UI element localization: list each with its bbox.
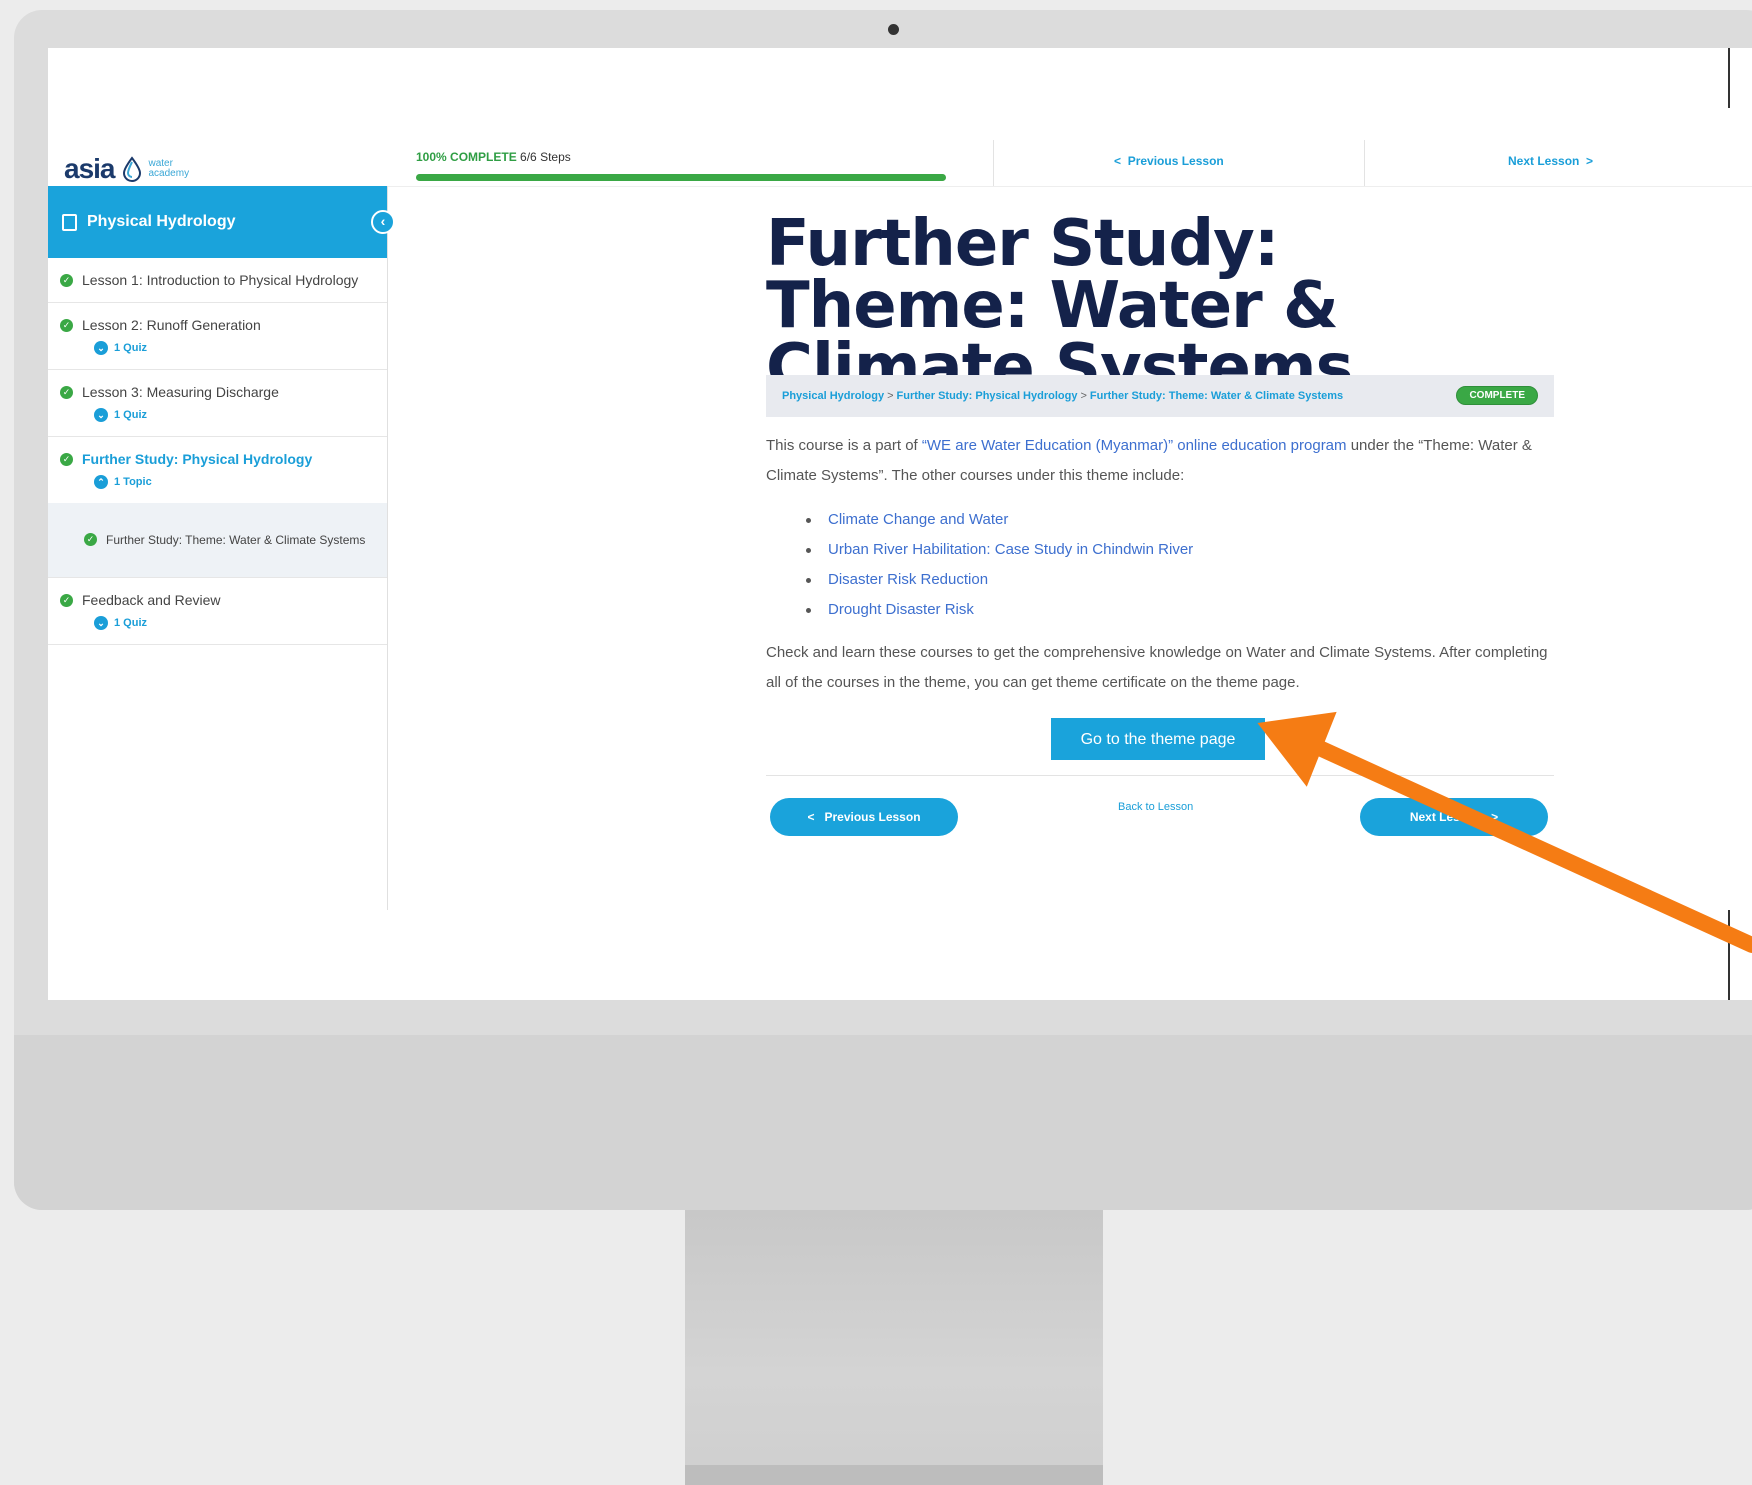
check-circle-icon: ✓ [60, 593, 73, 607]
check-circle-icon: ✓ [60, 318, 73, 332]
breadcrumb-link[interactable]: Further Study: Theme: Water & Climate Sy… [1090, 390, 1343, 402]
chevron-left-icon: < [807, 810, 825, 824]
list-item: Disaster Risk Reduction [806, 565, 1193, 595]
monitor-chin [14, 1035, 1752, 1210]
breadcrumb: Physical Hydrology > Further Study: Phys… [766, 375, 1554, 417]
header-divider [1364, 140, 1365, 186]
progress-bar [416, 174, 946, 181]
sidebar-topic-item[interactable]: ✓ Further Study: Theme: Water & Climate … [48, 503, 387, 578]
camera-dot [888, 24, 899, 35]
chevron-down-icon: ⌄ [94, 616, 108, 630]
course-link[interactable]: Urban River Habilitation: Case Study in … [828, 541, 1193, 558]
progress-steps: 6/6 Steps [520, 150, 571, 164]
monitor-stand [685, 1210, 1103, 1485]
sidebar-course-header[interactable]: Physical Hydrology ‹ [48, 186, 395, 258]
quiz-expand-toggle[interactable]: ⌄ 1 Quiz [94, 408, 377, 422]
chevron-down-icon: ⌄ [94, 341, 108, 355]
chevron-up-icon: ⌃ [94, 475, 108, 489]
check-circle-icon: ✓ [84, 533, 97, 546]
progress-bar-fill [416, 174, 946, 181]
breadcrumb-link[interactable]: Physical Hydrology [782, 390, 884, 402]
sidebar-item-lesson-1[interactable]: ✓ Lesson 1: Introduction to Physical Hyd… [48, 258, 387, 303]
previous-lesson-button[interactable]: < Previous Lesson [770, 798, 958, 836]
sidebar-item-feedback[interactable]: ✓ Feedback and Review ⌄ 1 Quiz [48, 578, 387, 645]
header-divider [993, 140, 994, 186]
check-circle-icon: ✓ [60, 385, 73, 399]
go-to-theme-page-button[interactable]: Go to the theme page [1051, 718, 1265, 760]
sidebar-item-label: Lesson 3: Measuring Discharge [82, 384, 279, 400]
intro-paragraph: This course is a part of “WE are Water E… [766, 437, 1532, 484]
sidebar-topic-label: Further Study: Theme: Water & Climate Sy… [106, 533, 366, 547]
course-progress: 100% COMPLETE 6/6 Steps [416, 150, 956, 181]
quiz-expand-toggle[interactable]: ⌄ 1 Quiz [94, 616, 377, 630]
check-circle-icon: ✓ [60, 452, 73, 466]
list-item: Drought Disaster Risk [806, 595, 1193, 625]
logo[interactable]: asia water academy [64, 153, 189, 185]
course-link[interactable]: Disaster Risk Reduction [828, 571, 988, 588]
page-title: Further Study: Theme: Water & Climate Sy… [766, 207, 1354, 405]
header-underline [388, 186, 1752, 187]
sidebar-item-label: Feedback and Review [82, 592, 221, 608]
quiz-expand-toggle[interactable]: ⌄ 1 Quiz [94, 341, 377, 355]
header-previous-lesson-link[interactable]: < Previous Lesson [1114, 154, 1224, 168]
logo-word: asia [64, 153, 115, 184]
book-icon [62, 213, 77, 231]
chevron-left-icon: < [1114, 154, 1128, 168]
chevron-down-icon: ⌄ [94, 408, 108, 422]
program-link[interactable]: “WE are Water Education (Myanmar)” onlin… [922, 437, 1347, 454]
sidebar-item-label: Further Study: Physical Hydrology [82, 451, 313, 467]
course-link[interactable]: Climate Change and Water [828, 511, 1008, 528]
progress-percent: 100% COMPLETE [416, 150, 517, 164]
sidebar-course-title: Physical Hydrology [87, 213, 236, 230]
back-to-lesson-link[interactable]: Back to Lesson [1118, 801, 1193, 813]
annotation-arrow-icon [1257, 711, 1752, 953]
breadcrumb-link[interactable]: Further Study: Physical Hydrology [897, 390, 1078, 402]
course-sidebar: Physical Hydrology ‹ ✓ Lesson 1: Introdu… [48, 186, 395, 910]
logo-subtext: water academy [148, 158, 190, 179]
collapse-sidebar-button[interactable]: ‹ [371, 210, 395, 234]
scrollbar-top[interactable] [1728, 48, 1730, 108]
sidebar-item-label: Lesson 2: Runoff Generation [82, 317, 261, 333]
theme-course-list: Climate Change and Water Urban River Hab… [806, 505, 1193, 625]
sidebar-item-lesson-3[interactable]: ✓ Lesson 3: Measuring Discharge ⌄ 1 Quiz [48, 370, 387, 437]
list-item: Urban River Habilitation: Case Study in … [806, 535, 1193, 565]
sidebar-item-label: Lesson 1: Introduction to Physical Hydro… [82, 272, 359, 288]
list-item: Climate Change and Water [806, 505, 1193, 535]
topic-collapse-toggle[interactable]: ⌃ 1 Topic [94, 475, 377, 489]
outro-paragraph: Check and learn these courses to get the… [766, 644, 1548, 691]
chevron-right-icon: > [1579, 154, 1594, 168]
status-badge: COMPLETE [1456, 386, 1538, 405]
sidebar-item-lesson-2[interactable]: ✓ Lesson 2: Runoff Generation ⌄ 1 Quiz [48, 303, 387, 370]
sidebar-item-further-study[interactable]: ✓ Further Study: Physical Hydrology ⌃ 1 … [48, 437, 387, 503]
water-drop-icon [122, 156, 141, 182]
course-link[interactable]: Drought Disaster Risk [828, 601, 974, 618]
header-next-lesson-link[interactable]: Next Lesson > [1508, 154, 1593, 168]
monitor-stand-foot [685, 1465, 1103, 1485]
check-circle-icon: ✓ [60, 273, 73, 287]
